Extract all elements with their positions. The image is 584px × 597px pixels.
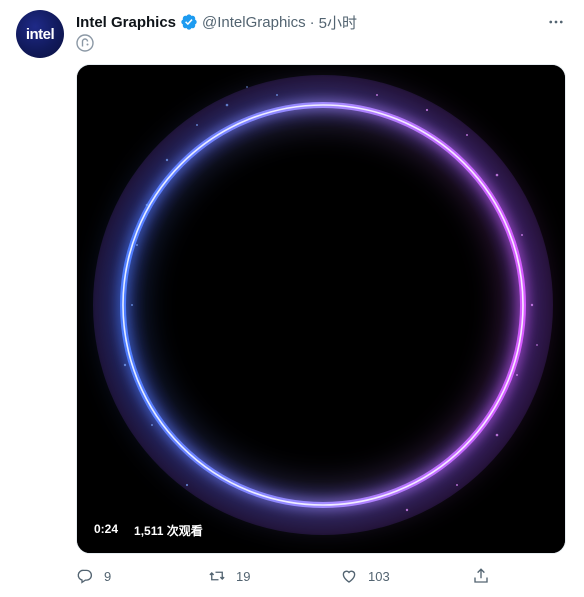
- subscription-icon[interactable]: [76, 34, 94, 52]
- like-count: 103: [368, 568, 390, 584]
- share-button[interactable]: [472, 567, 496, 585]
- tweet-card[interactable]: intel Intel Graphics @IntelGraphics · 5小…: [0, 0, 584, 597]
- reply-button[interactable]: 9: [76, 567, 136, 585]
- reply-icon: [77, 569, 92, 584]
- retweet-button[interactable]: 19: [208, 567, 268, 585]
- action-bar: 9 19 103: [76, 564, 496, 588]
- retweet-icon: [209, 571, 225, 581]
- reply-count: 9: [104, 568, 112, 584]
- video-player[interactable]: 0:24 1,511 次观看: [76, 64, 566, 554]
- author-name[interactable]: Intel Graphics: [76, 14, 176, 31]
- separator-dot: ·: [309, 13, 315, 31]
- author-handle[interactable]: @IntelGraphics: [202, 14, 306, 31]
- like-icon: [342, 570, 356, 583]
- like-button[interactable]: 103: [340, 567, 400, 585]
- video-meta: 0:24 1,511 次观看: [89, 520, 208, 541]
- more-icon[interactable]: [544, 10, 568, 34]
- timestamp[interactable]: 5小时: [319, 12, 357, 33]
- video-view-count: 1,511 次观看: [129, 520, 208, 541]
- retweet-count: 19: [236, 568, 251, 584]
- avatar-logo-text: intel: [25, 25, 55, 43]
- tweet-header: Intel Graphics @IntelGraphics · 5小时: [76, 11, 568, 33]
- share-icon: [474, 568, 488, 583]
- glowing-ring-video-frame: [77, 65, 565, 553]
- verified-badge-icon: [180, 13, 198, 31]
- avatar[interactable]: intel: [16, 10, 64, 58]
- video-duration: 0:24: [89, 520, 124, 541]
